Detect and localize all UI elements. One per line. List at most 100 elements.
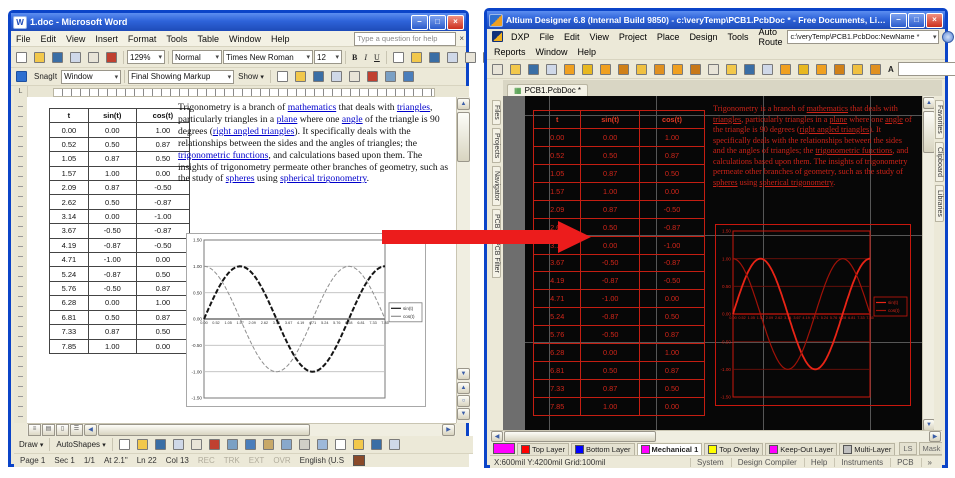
- scroll-thumb[interactable]: [457, 112, 470, 162]
- minimize-button[interactable]: –: [411, 15, 428, 30]
- clipart-icon[interactable]: [260, 437, 277, 453]
- hyperlink[interactable]: spheres: [713, 178, 738, 187]
- menu-project[interactable]: Project: [614, 31, 652, 43]
- vertical-ruler[interactable]: [14, 97, 28, 423]
- copy-icon[interactable]: [687, 61, 704, 77]
- style-combo[interactable]: Normal▾: [172, 50, 222, 64]
- hyperlink[interactable]: plane: [829, 115, 847, 124]
- normal-view-icon[interactable]: ≡: [28, 424, 41, 436]
- maximize-button[interactable]: □: [429, 15, 446, 30]
- menu-file[interactable]: File: [535, 31, 560, 43]
- layer-tab-multi-layer[interactable]: Multi-Layer: [839, 443, 895, 455]
- maximize-button[interactable]: □: [908, 13, 925, 28]
- print-layout-view-icon[interactable]: ▯: [56, 424, 69, 436]
- outline-view-icon[interactable]: ☰: [70, 424, 83, 436]
- paste-icon[interactable]: [705, 61, 722, 77]
- minimize-button[interactable]: –: [890, 13, 907, 28]
- font-color-icon[interactable]: [332, 437, 349, 453]
- pcb-trig-table[interactable]: tsin(t)cos(t)0.000.001.000.520.500.871.0…: [533, 110, 705, 416]
- scroll-right-icon[interactable]: ▶: [442, 424, 455, 436]
- picture-icon[interactable]: [278, 437, 295, 453]
- menu-help[interactable]: Help: [266, 33, 295, 45]
- dxp-logo-icon[interactable]: [489, 29, 506, 45]
- hyperlink[interactable]: angle: [885, 115, 903, 124]
- line-color-icon[interactable]: [314, 437, 331, 453]
- numbering-icon[interactable]: [462, 49, 479, 65]
- polygon-icon[interactable]: [831, 61, 848, 77]
- fill-color-icon[interactable]: [296, 437, 313, 453]
- snagit-range-combo[interactable]: Window▾: [61, 70, 121, 84]
- menu-place[interactable]: Place: [652, 31, 685, 43]
- align-center-icon[interactable]: [408, 49, 425, 65]
- hscroll-thumb[interactable]: [504, 431, 656, 442]
- word-titlebar[interactable]: W 1.doc - Microsoft Word – □ ×: [11, 13, 466, 31]
- sin-cos-chart[interactable]: 0.000.521.051.572.092.623.143.674.194.71…: [186, 233, 426, 407]
- zoom-area-icon[interactable]: [597, 61, 614, 77]
- zoom-in-icon[interactable]: [615, 61, 632, 77]
- print-preview-icon[interactable]: [85, 49, 102, 65]
- scroll-right-icon[interactable]: ▶: [929, 431, 941, 442]
- altium-titlebar[interactable]: A Altium Designer 6.8 (Internal Build 98…: [487, 11, 945, 29]
- line-icon[interactable]: [134, 437, 151, 453]
- rectangle-icon[interactable]: [170, 437, 187, 453]
- mask-level-button[interactable]: Mask Level: [919, 442, 942, 455]
- arrow-style-icon[interactable]: [386, 437, 403, 453]
- hyperlink[interactable]: right angled triangles: [213, 126, 295, 137]
- cut-icon[interactable]: [669, 61, 686, 77]
- scroll-left-icon[interactable]: ◀: [84, 424, 97, 436]
- zoom-fit-icon[interactable]: [579, 61, 596, 77]
- save-icon[interactable]: [49, 49, 66, 65]
- accept-change-icon[interactable]: [310, 69, 327, 85]
- layer-tab-top-overlay[interactable]: Top Overlay: [704, 443, 763, 455]
- word-horizontal-scrollbar[interactable]: ≡ ▤ ▯ ☰ ◀ ▶: [27, 423, 456, 436]
- menu-edit[interactable]: Edit: [36, 33, 62, 45]
- menu-table[interactable]: Table: [192, 33, 224, 45]
- display-for-review-combo[interactable]: Final Showing Markup▾: [128, 70, 234, 84]
- trigonometry-paragraph[interactable]: Trigonometry is a branch of mathematics …: [178, 102, 454, 185]
- pcb-canvas[interactable]: tsin(t)cos(t)0.000.001.000.520.500.871.0…: [503, 96, 922, 430]
- panel-tab-favorites[interactable]: Favorites: [935, 100, 944, 139]
- reviewing-pane-icon[interactable]: [382, 69, 399, 85]
- new-comment-icon[interactable]: [346, 69, 363, 85]
- web-layout-view-icon[interactable]: ▤: [42, 424, 55, 436]
- browse-previous-icon[interactable]: ▲: [457, 382, 470, 394]
- wordart-icon[interactable]: [224, 437, 241, 453]
- component-icon[interactable]: [813, 61, 830, 77]
- dash-style-icon[interactable]: [368, 437, 385, 453]
- hyperlink[interactable]: triangles: [397, 102, 430, 113]
- menu-view[interactable]: View: [61, 33, 90, 45]
- cross-probe-icon[interactable]: [651, 61, 668, 77]
- menu-tools[interactable]: Tools: [722, 31, 753, 43]
- hyperlink[interactable]: spherical trigonometry: [759, 178, 833, 187]
- arrow-icon[interactable]: [152, 437, 169, 453]
- string-icon[interactable]: [867, 61, 884, 77]
- altium-horizontal-scrollbar[interactable]: ◀ ▶: [490, 430, 942, 442]
- snagit-label[interactable]: SnagIt: [31, 72, 60, 81]
- hyperlink[interactable]: angle: [342, 114, 363, 125]
- toolbar-combo[interactable]: ▾: [898, 62, 955, 76]
- layer-tab-bottom-layer[interactable]: Bottom Layer: [571, 443, 635, 455]
- menu-design[interactable]: Design: [684, 31, 722, 43]
- place-string-button[interactable]: A: [885, 65, 897, 74]
- menu-file[interactable]: File: [11, 33, 36, 45]
- autoshapes-menu[interactable]: AutoShapes ▾: [53, 440, 108, 449]
- browse-next-icon[interactable]: ▼: [457, 408, 470, 420]
- align-right-icon[interactable]: [426, 49, 443, 65]
- hyperlink[interactable]: trigonometric functions: [815, 146, 892, 155]
- menu-tools[interactable]: Tools: [161, 33, 192, 45]
- next-change-icon[interactable]: [292, 69, 309, 85]
- document-close-icon[interactable]: ×: [459, 34, 464, 43]
- pcb-trigonometry-paragraph[interactable]: Trigonometry is a branch of mathematics …: [713, 104, 913, 188]
- previous-change-icon[interactable]: [274, 69, 291, 85]
- wiring-icon[interactable]: [741, 61, 758, 77]
- new-icon[interactable]: [489, 61, 506, 77]
- via-icon[interactable]: [777, 61, 794, 77]
- save-icon[interactable]: [525, 61, 542, 77]
- open-folder-icon[interactable]: [31, 49, 48, 65]
- undo-icon[interactable]: [723, 61, 740, 77]
- align-left-icon[interactable]: [390, 49, 407, 65]
- status-button-help[interactable]: Help: [804, 458, 833, 467]
- hyperlink[interactable]: mathematics: [288, 102, 336, 113]
- word-vertical-scrollbar[interactable]: ▲ ▼ ▲ ○ ▼: [456, 97, 470, 423]
- print-icon[interactable]: [67, 49, 84, 65]
